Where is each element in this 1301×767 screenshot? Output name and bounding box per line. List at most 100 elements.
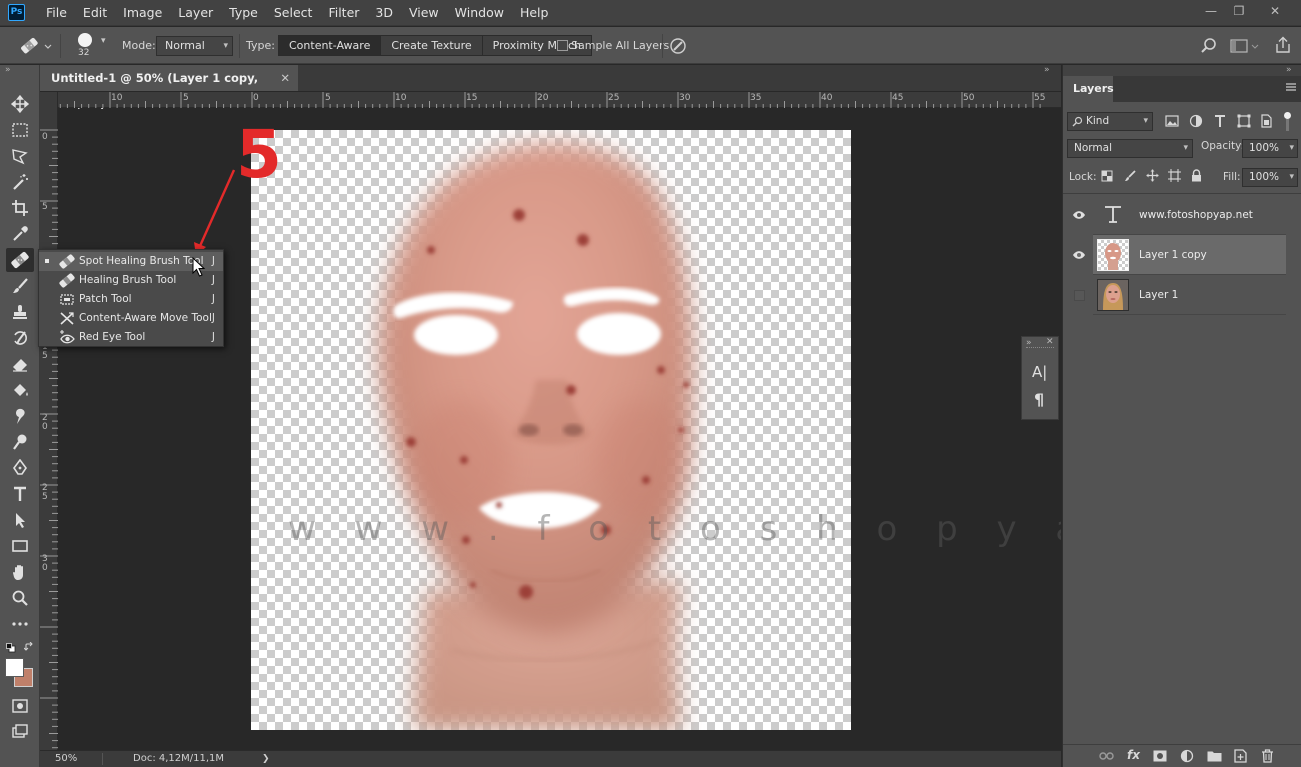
blend-mode-dropdown[interactable]: Normal ▾ <box>1067 139 1193 158</box>
flyout-content-aware-move[interactable]: Content-Aware Move Tool J <box>39 309 223 328</box>
pen-tool[interactable] <box>6 456 34 480</box>
character-panel-button[interactable]: A| <box>1032 363 1047 381</box>
crop-tool[interactable] <box>6 196 34 220</box>
paragraph-panel-button[interactable]: ¶ <box>1034 390 1044 409</box>
zoom-tool[interactable] <box>6 586 34 610</box>
delete-layer-button[interactable] <box>1261 749 1274 763</box>
chevron-down-icon: ▾ <box>101 36 106 46</box>
path-selection-tool[interactable] <box>6 508 34 532</box>
lock-position-button[interactable] <box>1146 169 1159 182</box>
layer-style-fx-icon[interactable]: fx <box>1127 748 1140 762</box>
tool-preset-picker[interactable] <box>18 36 52 56</box>
canvas-watermark: w w w . f o t o s h o p y a p . n e t <box>288 509 1061 549</box>
menu-select[interactable]: Select <box>266 0 321 26</box>
minimize-button[interactable]: — <box>1201 2 1221 20</box>
magic-wand-tool[interactable] <box>6 170 34 194</box>
filter-type-button[interactable] <box>1213 114 1227 128</box>
filter-smart-object-button[interactable] <box>1259 114 1273 128</box>
lock-artboard-button[interactable] <box>1168 169 1181 182</box>
menu-view[interactable]: View <box>401 0 447 26</box>
layer-visibility-toggle[interactable] <box>1065 235 1093 275</box>
move-tool[interactable] <box>6 92 34 116</box>
close-panel-icon[interactable]: ✕ <box>1046 337 1054 347</box>
link-layers-button[interactable] <box>1099 750 1114 762</box>
layer-row-layer-1-copy[interactable]: Layer 1 copy <box>1073 235 1286 275</box>
swap-colors-button[interactable] <box>24 642 34 652</box>
paint-bucket-tool[interactable] <box>6 378 34 402</box>
clone-stamp-tool[interactable] <box>6 300 34 324</box>
close-tab-icon[interactable]: ✕ <box>280 65 290 91</box>
lock-transparent-button[interactable] <box>1101 170 1113 182</box>
pressure-size-button[interactable] <box>669 37 687 55</box>
layer-visibility-toggle[interactable] <box>1065 275 1093 315</box>
sample-all-layers-checkbox[interactable] <box>557 40 568 51</box>
collapse-panel-icon[interactable]: » <box>5 65 11 75</box>
crop-icon <box>12 200 28 216</box>
workspace-button[interactable] <box>1230 38 1260 54</box>
layer-row-layer-1[interactable]: Layer 1 <box>1073 275 1286 315</box>
panel-menu-button[interactable] <box>1285 81 1297 93</box>
hand-tool[interactable] <box>6 560 34 584</box>
spot-healing-brush-tool[interactable] <box>6 248 34 272</box>
menu-file[interactable]: File <box>38 0 75 26</box>
mode-dropdown[interactable]: Normal ▾ <box>156 36 233 56</box>
ruler-label: 30 <box>679 93 691 103</box>
fill-field[interactable]: 100% ▾ <box>1242 168 1298 187</box>
menu-edit[interactable]: Edit <box>75 0 115 26</box>
type-tool[interactable] <box>6 482 34 506</box>
dodge-tool[interactable] <box>6 430 34 454</box>
menu-window[interactable]: Window <box>447 0 512 26</box>
panel-grip[interactable] <box>1026 347 1054 349</box>
add-mask-button[interactable] <box>1153 750 1167 762</box>
new-adjustment-button[interactable] <box>1180 749 1194 763</box>
filter-shape-button[interactable] <box>1237 114 1251 128</box>
smudge-tool[interactable] <box>6 404 34 428</box>
document-tab[interactable]: Untitled-1 @ 50% (Layer 1 copy, RGB/8#) … <box>40 65 298 111</box>
share-button[interactable] <box>1274 36 1292 54</box>
opacity-field[interactable]: 100% ▾ <box>1242 139 1298 158</box>
status-menu-arrow[interactable]: ❯ <box>262 751 270 767</box>
restore-button[interactable]: ❐ <box>1229 2 1249 20</box>
eyedropper-tool[interactable] <box>6 222 34 246</box>
rectangle-tool[interactable] <box>6 534 34 558</box>
new-layer-icon <box>1234 749 1247 763</box>
menu-3d[interactable]: 3D <box>367 0 401 26</box>
filter-toggle-switch[interactable] <box>1282 112 1292 132</box>
lasso-tool[interactable] <box>6 144 34 168</box>
screen-mode-button[interactable] <box>6 720 34 744</box>
default-colors-button[interactable] <box>6 643 16 653</box>
new-group-button[interactable] <box>1207 750 1222 762</box>
menu-help[interactable]: Help <box>512 0 557 26</box>
tab-layers[interactable]: Layers <box>1063 76 1114 102</box>
close-window-button[interactable]: ✕ <box>1265 2 1285 20</box>
flyout-patch[interactable]: Patch Tool J <box>39 290 223 309</box>
quick-mask-button[interactable] <box>6 694 34 718</box>
type-create-texture-button[interactable]: Create Texture <box>381 36 483 55</box>
search-button[interactable] <box>1200 37 1218 55</box>
menu-filter[interactable]: Filter <box>320 0 367 26</box>
marquee-tool[interactable] <box>6 118 34 142</box>
lock-pixels-button[interactable] <box>1124 170 1136 182</box>
document-canvas[interactable] <box>251 130 851 730</box>
lock-all-button[interactable] <box>1191 169 1202 182</box>
brush-tool[interactable] <box>6 274 34 298</box>
new-layer-button[interactable] <box>1234 749 1247 763</box>
collapse-panel-icon[interactable]: » <box>1044 65 1050 75</box>
zoom-level[interactable]: 50% <box>55 751 77 767</box>
type-content-aware-button[interactable]: Content-Aware <box>279 36 382 55</box>
filter-adjustment-button[interactable] <box>1189 114 1203 128</box>
layer-row-text[interactable]: www.fotoshopyap.net <box>1073 195 1286 235</box>
flyout-red-eye[interactable]: Red Eye Tool J <box>39 328 223 347</box>
filter-pixel-button[interactable] <box>1165 114 1179 128</box>
menu-image[interactable]: Image <box>115 0 170 26</box>
more-tools-button[interactable] <box>6 612 34 636</box>
foreground-color-swatch[interactable] <box>5 658 24 677</box>
menu-layer[interactable]: Layer <box>170 0 221 26</box>
history-brush-tool[interactable] <box>6 326 34 350</box>
collapse-panel-icon[interactable]: » <box>1286 65 1292 75</box>
layer-visibility-toggle[interactable] <box>1065 195 1093 235</box>
brush-size-picker[interactable]: 32 ▾ <box>74 32 114 60</box>
layer-filter-dropdown[interactable]: Kind ▾ <box>1067 112 1153 131</box>
eraser-tool[interactable] <box>6 352 34 376</box>
menu-type[interactable]: Type <box>221 0 266 26</box>
